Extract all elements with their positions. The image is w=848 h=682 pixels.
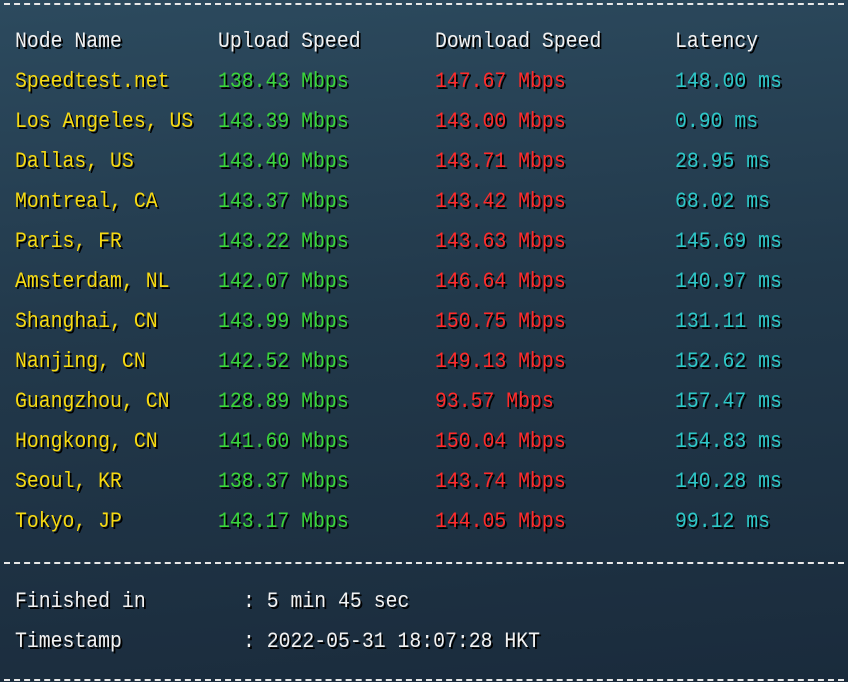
cell-download: 144.05 Mbps [435, 509, 566, 534]
cell-upload: 143.39 Mbps [218, 109, 349, 134]
cell-node: Nanjing, CN [15, 349, 146, 374]
cell-upload: 143.99 Mbps [218, 309, 349, 334]
table-row: Dallas, US 143.40 Mbps 143.71 Mbps 28.95 ms [0, 149, 848, 175]
cell-latency: 99.12 ms [675, 509, 771, 534]
table-header: Node Name Upload Speed Download Speed La… [0, 29, 848, 55]
summary-value: : 5 min 45 sec [243, 589, 410, 614]
cell-latency: 148.00 ms [675, 69, 782, 94]
cell-upload: 142.52 Mbps [218, 349, 349, 374]
cell-node: Tokyo, JP [15, 509, 122, 534]
cell-upload: 142.07 Mbps [218, 269, 349, 294]
cell-node: Paris, FR [15, 229, 122, 254]
cell-download: 143.00 Mbps [435, 109, 566, 134]
cell-node: Hongkong, CN [15, 429, 158, 454]
cell-download: 150.04 Mbps [435, 429, 566, 454]
table-row: Speedtest.net 138.43 Mbps 147.67 Mbps 148.0… [0, 69, 848, 95]
header-download-speed: Download Speed [435, 29, 602, 54]
header-node-name: Node Name [15, 29, 122, 54]
summary-timestamp: Timestamp : 2022-05-31 18:07:28 HKT [0, 629, 848, 655]
cell-download: 147.67 Mbps [435, 69, 566, 94]
cell-latency: 68.02 ms [675, 189, 771, 214]
cell-download: 150.75 Mbps [435, 309, 566, 334]
cell-upload: 128.89 Mbps [218, 389, 349, 414]
divider-bottom [4, 679, 844, 681]
cell-upload: 143.17 Mbps [218, 509, 349, 534]
cell-latency: 157.47 ms [675, 389, 782, 414]
cell-node: Dallas, US [15, 149, 134, 174]
table-row: Guangzhou, CN 128.89 Mbps 93.57 Mbps 157.47… [0, 389, 848, 415]
table-row: Shanghai, CN 143.99 Mbps 150.75 Mbps 131.11… [0, 309, 848, 335]
cell-upload: 143.22 Mbps [218, 229, 349, 254]
table-row: Montreal, CA 143.37 Mbps 143.42 Mbps 68.02 … [0, 189, 848, 215]
cell-latency: 154.83 ms [675, 429, 782, 454]
divider-middle [4, 562, 844, 564]
table-row: Hongkong, CN 141.60 Mbps 150.04 Mbps 154.83… [0, 429, 848, 455]
cell-upload: 141.60 Mbps [218, 429, 349, 454]
table-row: Amsterdam, NL 142.07 Mbps 146.64 Mbps 140.9… [0, 269, 848, 295]
table-row: Nanjing, CN 142.52 Mbps 149.13 Mbps 152.62 … [0, 349, 848, 375]
cell-node: Guangzhou, CN [15, 389, 170, 414]
table-row: Paris, FR 143.22 Mbps 143.63 Mbps 145.69 ms [0, 229, 848, 255]
table-row: Tokyo, JP 143.17 Mbps 144.05 Mbps 99.12 ms [0, 509, 848, 535]
cell-upload: 138.37 Mbps [218, 469, 349, 494]
cell-latency: 28.95 ms [675, 149, 771, 174]
cell-latency: 140.28 ms [675, 469, 782, 494]
cell-node: Montreal, CA [15, 189, 158, 214]
cell-node: Speedtest.net [15, 69, 170, 94]
cell-download: 149.13 Mbps [435, 349, 566, 374]
header-upload-speed: Upload Speed [218, 29, 361, 54]
cell-latency: 152.62 ms [675, 349, 782, 374]
summary-label: Timestamp [15, 629, 122, 654]
cell-latency: 145.69 ms [675, 229, 782, 254]
cell-latency: 0.90 ms [675, 109, 759, 134]
cell-download: 143.74 Mbps [435, 469, 566, 494]
cell-node: Seoul, KR [15, 469, 122, 494]
cell-latency: 140.97 ms [675, 269, 782, 294]
divider-top [4, 3, 844, 5]
cell-upload: 143.40 Mbps [218, 149, 349, 174]
summary-label: Finished in [15, 589, 146, 614]
cell-download: 93.57 Mbps [435, 389, 554, 414]
cell-node: Shanghai, CN [15, 309, 158, 334]
cell-download: 143.63 Mbps [435, 229, 566, 254]
cell-node: Amsterdam, NL [15, 269, 170, 294]
cell-latency: 131.11 ms [675, 309, 782, 334]
cell-upload: 143.37 Mbps [218, 189, 349, 214]
summary-finished: Finished in : 5 min 45 sec [0, 589, 848, 615]
header-latency: Latency [675, 29, 759, 54]
cell-download: 143.42 Mbps [435, 189, 566, 214]
table-row: Seoul, KR 138.37 Mbps 143.74 Mbps 140.28 ms [0, 469, 848, 495]
table-row: Los Angeles, US 143.39 Mbps 143.00 Mbps 0.9… [0, 109, 848, 135]
cell-upload: 138.43 Mbps [218, 69, 349, 94]
cell-download: 143.71 Mbps [435, 149, 566, 174]
summary-value: : 2022-05-31 18:07:28 HKT [243, 629, 541, 654]
cell-node: Los Angeles, US [15, 109, 194, 134]
cell-download: 146.64 Mbps [435, 269, 566, 294]
